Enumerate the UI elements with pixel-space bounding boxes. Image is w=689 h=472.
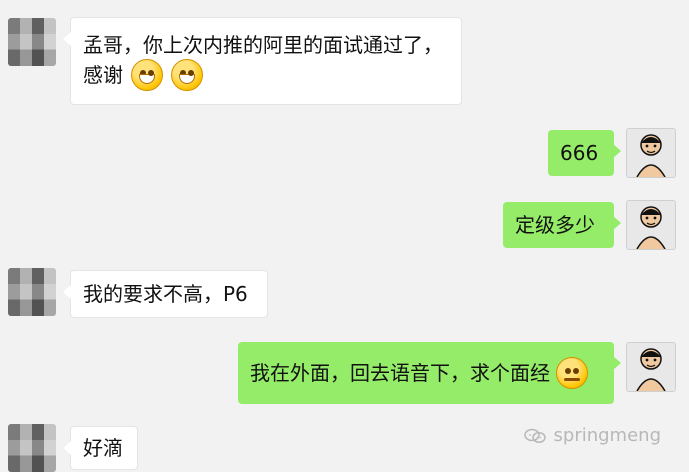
message-text: 定级多少 — [515, 213, 595, 237]
message-text-2: 感谢 — [83, 63, 123, 87]
incoming-message-bubble[interactable]: 我的要求不高，P6 — [63, 270, 268, 318]
user-avatar-icon — [627, 129, 675, 177]
grinning-face-icon — [131, 59, 163, 91]
message-row-4: 我的要求不高，P6 — [0, 262, 689, 322]
contact-avatar[interactable] — [8, 18, 56, 66]
user-avatar[interactable] — [626, 342, 676, 392]
grinning-face-icon — [171, 59, 203, 91]
message-text: 我的要求不高，P6 — [83, 282, 248, 306]
watermark: springmeng — [523, 425, 661, 446]
message-row-1: 孟哥，你上次内推的阿里的面试通过了， 感谢 — [0, 0, 689, 120]
message-text: 666 — [560, 141, 599, 165]
message-text: 孟哥，你上次内推的阿里的面试通过了， — [83, 33, 443, 57]
outgoing-message-bubble[interactable]: 我在外面，回去语音下，求个面经 — [238, 342, 621, 404]
outgoing-message-bubble[interactable]: 定级多少 — [503, 202, 621, 248]
outgoing-message-bubble[interactable]: 666 — [548, 130, 621, 176]
wechat-icon-svg — [523, 428, 546, 443]
message-text: 我在外面，回去语音下，求个面经 — [250, 361, 550, 385]
thinking-face-icon — [556, 357, 588, 389]
user-avatar[interactable] — [626, 200, 676, 250]
user-avatar[interactable] — [626, 128, 676, 178]
message-line-2: 感谢 — [83, 59, 203, 91]
user-avatar-icon — [627, 343, 675, 391]
incoming-message-bubble[interactable]: 孟哥，你上次内推的阿里的面试通过了， 感谢 — [63, 17, 462, 105]
message-text: 好滴 — [83, 436, 123, 460]
incoming-message-bubble[interactable]: 好滴 — [63, 426, 138, 470]
message-row-2: 666 — [0, 122, 689, 182]
message-row-5: 我在外面，回去语音下，求个面经 — [0, 336, 689, 408]
watermark-text: springmeng — [553, 425, 661, 446]
user-avatar-icon — [627, 201, 675, 249]
message-row-3: 定级多少 — [0, 194, 689, 254]
contact-avatar[interactable] — [8, 268, 56, 316]
wechat-icon — [523, 428, 546, 444]
contact-avatar[interactable] — [8, 424, 56, 472]
